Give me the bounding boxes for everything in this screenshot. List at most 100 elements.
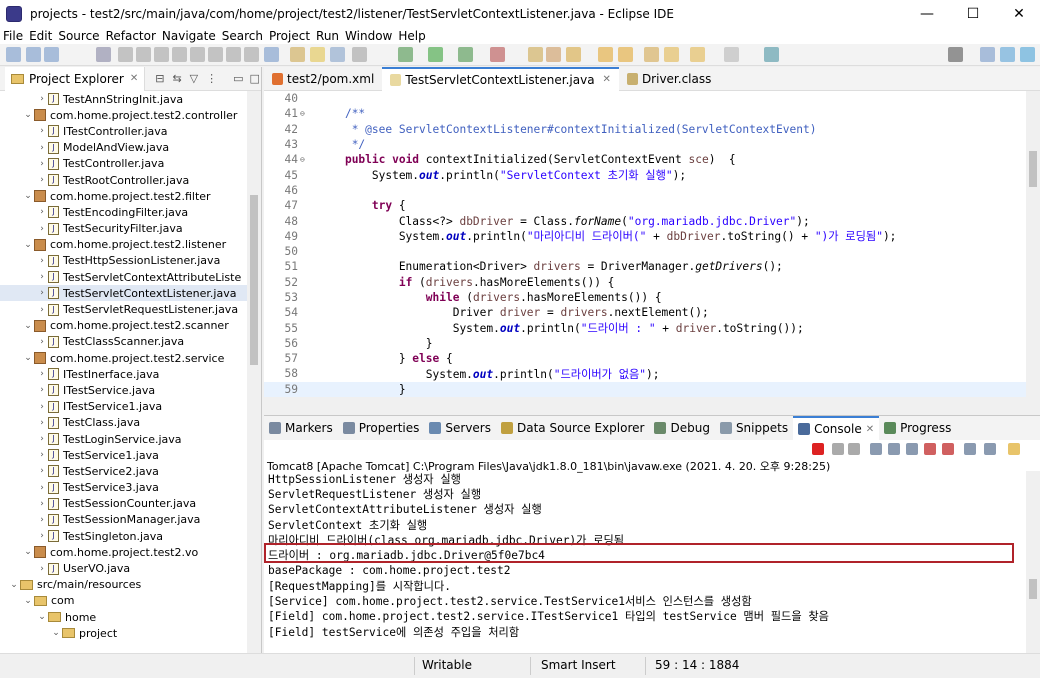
block-selection-icon[interactable] bbox=[330, 47, 345, 62]
tab-servers[interactable]: Servers bbox=[424, 416, 496, 440]
console-scrollbar[interactable] bbox=[1026, 471, 1040, 654]
terminate-icon[interactable] bbox=[812, 443, 824, 455]
tree-item[interactable]: ⌄ com.home.project.test2.vo bbox=[0, 544, 248, 560]
close-button[interactable]: ✕ bbox=[996, 0, 1040, 28]
tree-item[interactable]: › J TestSessionCounter.java bbox=[0, 496, 248, 512]
expanded-arrow-icon[interactable]: ⌄ bbox=[22, 110, 34, 120]
nav-forward-icon[interactable] bbox=[724, 47, 739, 62]
collapsed-arrow-icon[interactable]: › bbox=[36, 126, 48, 136]
collapsed-arrow-icon[interactable]: › bbox=[36, 256, 48, 266]
save-all-icon[interactable] bbox=[44, 47, 59, 62]
tab-progress[interactable]: Progress bbox=[879, 416, 956, 440]
tab-data-source-explorer[interactable]: Data Source Explorer bbox=[496, 416, 649, 440]
tab-project-explorer[interactable]: Project Explorer ✕ bbox=[5, 66, 146, 91]
project-explorer-scrollbar[interactable] bbox=[247, 91, 261, 678]
tree-item[interactable]: ⌄ com.home.project.test2.filter bbox=[0, 188, 248, 204]
show-whitespace-icon[interactable] bbox=[352, 47, 367, 62]
collapsed-arrow-icon[interactable]: › bbox=[36, 159, 48, 169]
maximize-button[interactable]: ☐ bbox=[950, 0, 996, 28]
search-toolbar-icon[interactable] bbox=[948, 47, 963, 62]
collapsed-arrow-icon[interactable]: › bbox=[36, 385, 48, 395]
mark-occurrences-icon[interactable] bbox=[310, 47, 325, 62]
tree-item[interactable]: › J TestController.java bbox=[0, 156, 248, 172]
run-icon[interactable] bbox=[428, 47, 443, 62]
collapsed-arrow-icon[interactable]: › bbox=[36, 434, 48, 444]
collapsed-arrow-icon[interactable]: › bbox=[36, 564, 48, 574]
terminate-run-icon[interactable] bbox=[154, 47, 169, 62]
collapsed-arrow-icon[interactable]: › bbox=[36, 515, 48, 525]
new-class-icon[interactable] bbox=[566, 47, 581, 62]
back-icon[interactable] bbox=[664, 47, 679, 62]
tree-item[interactable]: › J TestServletContextAttributeListe bbox=[0, 269, 248, 285]
expanded-arrow-icon[interactable]: ⌄ bbox=[50, 628, 62, 638]
new-icon[interactable] bbox=[6, 47, 21, 62]
minimize-button[interactable]: — bbox=[904, 0, 950, 28]
save-icon[interactable] bbox=[26, 47, 41, 62]
tab-properties[interactable]: Properties bbox=[338, 416, 425, 440]
menu-navigate[interactable]: Navigate bbox=[159, 28, 219, 44]
collapsed-arrow-icon[interactable]: › bbox=[36, 499, 48, 509]
tree-item[interactable]: › J TestSecurityFilter.java bbox=[0, 221, 248, 237]
open-declaration-icon[interactable] bbox=[290, 47, 305, 62]
tree-item[interactable]: › J TestRootController.java bbox=[0, 172, 248, 188]
tree-item[interactable]: › J TestServletContextListener.java bbox=[0, 285, 248, 302]
step-return-icon[interactable] bbox=[226, 47, 241, 62]
clear-console-icon[interactable] bbox=[870, 443, 882, 455]
menu-edit[interactable]: Edit bbox=[26, 28, 55, 44]
collapsed-arrow-icon[interactable]: › bbox=[36, 418, 48, 428]
minimize-view-icon[interactable]: ▭ bbox=[233, 72, 243, 85]
editor-tab[interactable]: TestServletContextListener.java ✕ bbox=[382, 66, 619, 91]
tree-item[interactable]: › J ModelAndView.java bbox=[0, 140, 248, 156]
collapsed-arrow-icon[interactable]: › bbox=[36, 207, 48, 217]
tab-snippets[interactable]: Snippets bbox=[715, 416, 793, 440]
previous-annotation-icon[interactable] bbox=[618, 47, 633, 62]
maximize-view-icon[interactable]: □ bbox=[250, 72, 260, 85]
menu-project[interactable]: Project bbox=[266, 28, 313, 44]
collapsed-arrow-icon[interactable]: › bbox=[36, 224, 48, 234]
collapsed-arrow-icon[interactable]: › bbox=[36, 288, 48, 298]
tree-item[interactable]: › J TestLoginService.java bbox=[0, 431, 248, 447]
editor-scrollbar[interactable] bbox=[1026, 91, 1040, 397]
menu-help[interactable]: Help bbox=[395, 28, 428, 44]
tree-item[interactable]: › J TestServletRequestListener.java bbox=[0, 301, 248, 317]
fold-toggle-icon[interactable]: ⊖ bbox=[300, 155, 308, 164]
pin-editor-icon[interactable] bbox=[764, 47, 779, 62]
tree-item[interactable]: › J TestService2.java bbox=[0, 463, 248, 479]
display-console-icon[interactable] bbox=[984, 443, 996, 455]
fold-toggle-icon[interactable]: ⊖ bbox=[300, 109, 308, 118]
menu-source[interactable]: Source bbox=[55, 28, 102, 44]
tree-item[interactable]: › J ITestService1.java bbox=[0, 399, 248, 415]
tab-debug[interactable]: Debug bbox=[649, 416, 714, 440]
tree-item[interactable]: › J ITestService.java bbox=[0, 382, 248, 398]
collapsed-arrow-icon[interactable]: › bbox=[36, 305, 48, 315]
word-wrap-icon[interactable] bbox=[906, 443, 918, 455]
close-icon[interactable]: ✕ bbox=[603, 74, 611, 85]
filter-icon[interactable]: ▽ bbox=[190, 72, 198, 85]
tree-item[interactable]: › J TestClass.java bbox=[0, 415, 248, 431]
menu-window[interactable]: Window bbox=[342, 28, 395, 44]
forward-icon[interactable] bbox=[690, 47, 705, 62]
console-output[interactable]: HttpSessionListener 생성자 실행 ServletRequest… bbox=[264, 471, 1026, 654]
expanded-arrow-icon[interactable]: ⌄ bbox=[22, 547, 34, 557]
pin-console-icon[interactable] bbox=[964, 443, 976, 455]
tree-item[interactable]: ⌄ com.home.project.test2.service bbox=[0, 350, 248, 366]
expanded-arrow-icon[interactable]: ⌄ bbox=[22, 353, 34, 363]
link-editor-icon[interactable]: ⇆ bbox=[172, 72, 181, 85]
tree-item[interactable]: ⌄ com.home.project.test2.controller bbox=[0, 107, 248, 123]
step-into-icon[interactable] bbox=[190, 47, 205, 62]
tree-item[interactable]: › J TestClassScanner.java bbox=[0, 334, 248, 350]
tree-item[interactable]: › J TestSessionManager.java bbox=[0, 512, 248, 528]
menu-search[interactable]: Search bbox=[219, 28, 266, 44]
tree-item[interactable]: › J UserVO.java bbox=[0, 560, 248, 576]
collapsed-arrow-icon[interactable]: › bbox=[36, 369, 48, 379]
last-edit-icon[interactable] bbox=[644, 47, 659, 62]
expanded-arrow-icon[interactable]: ⌄ bbox=[36, 612, 48, 622]
new-java-project-icon[interactable] bbox=[528, 47, 543, 62]
tree-item[interactable]: › J TestService3.java bbox=[0, 480, 248, 496]
editor-text-area[interactable]: 40 41 ⊖ /** 42 * @see ServletContextListene… bbox=[264, 91, 1026, 397]
menu-file[interactable]: File bbox=[0, 28, 26, 44]
expanded-arrow-icon[interactable]: ⌄ bbox=[22, 240, 34, 250]
menu-run[interactable]: Run bbox=[313, 28, 342, 44]
drop-frame-icon[interactable] bbox=[244, 47, 259, 62]
step-over-icon[interactable] bbox=[208, 47, 223, 62]
